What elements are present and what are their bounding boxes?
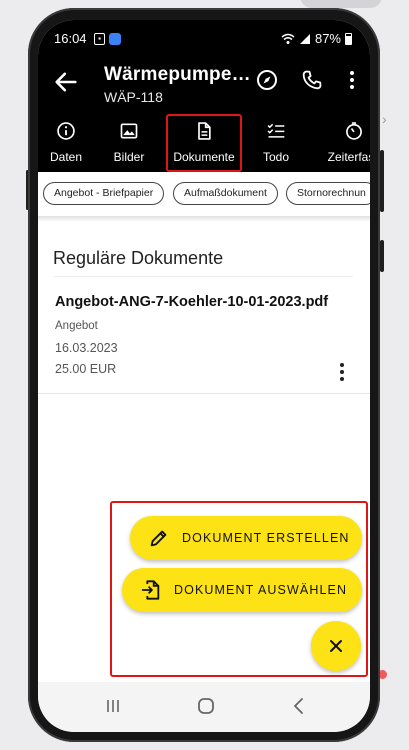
filter-chip[interactable]: Stornorechnun [286,182,370,205]
file-import-icon [141,580,160,600]
battery-percent: 87% [314,31,341,46]
compass-icon[interactable] [255,68,279,92]
tab-dokumente[interactable]: Dokumente [166,114,242,172]
status-bar: 16:04 ▪ 87% [38,20,370,58]
tab-label: Bilder [113,150,145,164]
pencil-icon [150,530,167,547]
tab-label: Todo [262,150,290,164]
create-document-label: DOKUMENT ERSTELLEN [182,531,350,545]
timer-icon [346,122,362,140]
select-document-button[interactable]: DOKUMENT AUSWÄHLEN [122,568,362,612]
page-subtitle: WÄP-118 [104,89,163,105]
sim-icon: ▪ [94,33,105,45]
power-button [380,240,384,272]
system-nav-bar [38,682,370,732]
section-divider [53,276,353,277]
page-title: Wärmepumpe… [104,64,251,85]
tab-zeiterfassung[interactable]: Zeiterfass [314,114,370,172]
tab-label: Dokumente [173,150,235,164]
tab-bilder[interactable]: Bilder [100,114,158,172]
close-icon [330,640,342,652]
chips-divider [38,216,370,222]
document-type: Angebot [55,320,98,332]
more-vert-icon[interactable] [340,68,364,92]
document-more-vert-icon[interactable] [330,360,354,384]
create-document-button[interactable]: DOKUMENT ERSTELLEN [130,516,362,560]
app-notification-icon [109,33,121,45]
phone-icon[interactable] [300,68,324,92]
background-notch [300,0,382,8]
status-time: 16:04 [54,31,87,46]
document-date: 16.03.2023 [55,341,118,355]
filter-chip[interactable]: Aufmaßdokument [173,182,278,205]
info-icon [57,122,75,140]
status-right: 87% [281,31,352,46]
tab-todo[interactable]: Todo [250,114,302,172]
battery-icon [345,32,352,45]
phone-screen: 16:04 ▪ 87% Wärmepumpe… WÄP-118 Daten Bi… [38,20,370,732]
fab-close-button[interactable] [311,621,361,671]
tab-label: Daten [49,150,83,164]
back-icon[interactable] [288,695,310,717]
panel-chevron-icon[interactable]: › [382,112,409,126]
section-title: Reguläre Dokumente [53,248,224,268]
filter-chip-row: Angebot - Briefpapier Aufmaßdokument Sto… [38,172,370,218]
home-icon[interactable] [195,695,217,717]
recent-apps-icon[interactable] [102,695,124,717]
tab-bar: Daten Bilder Dokumente Todo Zeiterfass [38,114,370,266]
list-divider [38,393,370,394]
select-document-label: DOKUMENT AUSWÄHLEN [174,583,348,597]
tab-daten[interactable]: Daten [38,114,94,172]
app-bar: Wärmepumpe… WÄP-118 [38,58,370,114]
tab-label: Zeiterfass [327,150,370,164]
filter-chip[interactable]: Angebot - Briefpapier [43,182,165,205]
back-arrow-icon[interactable] [52,68,80,96]
document-icon [198,122,211,140]
checklist-icon [267,123,285,138]
document-name: Angebot-ANG-7-Koehler-10-01-2023.pdf [55,294,329,310]
image-icon [120,123,138,139]
signal-icon [299,33,310,44]
document-price: 25.00 EUR [55,362,117,376]
wifi-icon [281,33,295,44]
volume-button [380,150,384,212]
